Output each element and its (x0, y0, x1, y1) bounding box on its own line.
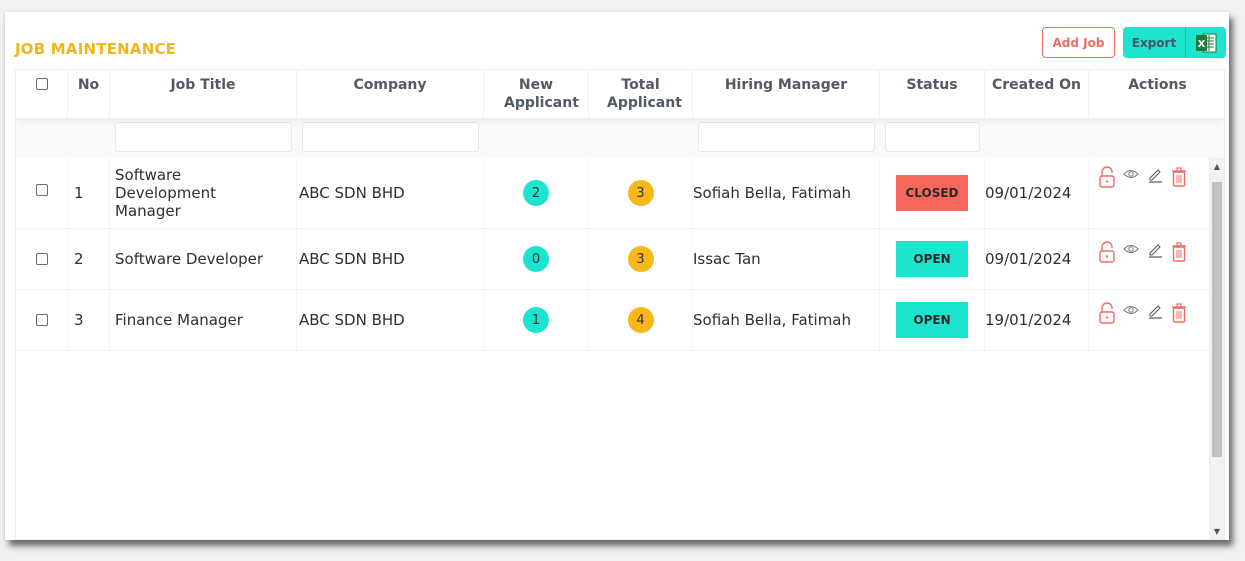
row-job-title[interactable]: Finance Manager (110, 290, 297, 350)
row-checkbox[interactable] (36, 184, 48, 196)
add-job-button[interactable]: Add Job (1042, 27, 1115, 58)
header-status[interactable]: Status (880, 70, 985, 118)
status-badge: CLOSED (896, 175, 968, 211)
new-applicant-badge[interactable]: 2 (523, 180, 549, 206)
row-company: ABC SDN BHD (297, 158, 484, 228)
row-actions (1089, 241, 1211, 263)
view-icon[interactable] (1123, 304, 1139, 316)
edit-icon[interactable] (1147, 167, 1163, 183)
jobs-table: No Job Title Company New Applicant Total… (15, 69, 1225, 540)
new-applicant-badge[interactable]: 1 (523, 307, 549, 333)
delete-icon[interactable] (1171, 167, 1187, 187)
row-company: ABC SDN BHD (297, 290, 484, 350)
job-title-filter-input[interactable] (115, 122, 292, 152)
export-button[interactable]: Export X (1123, 27, 1226, 58)
scroll-down-arrow-icon[interactable]: ▼ (1210, 523, 1224, 539)
filter-row (16, 118, 1224, 158)
row-job-title[interactable]: Software Developer (110, 229, 297, 289)
scroll-up-arrow-icon[interactable]: ▲ (1210, 158, 1224, 174)
row-hiring-manager: Issac Tan (693, 229, 880, 289)
header-actions: Actions (1128, 77, 1187, 93)
edit-icon[interactable] (1147, 242, 1163, 258)
row-checkbox[interactable] (36, 253, 48, 265)
row-no: 2 (68, 229, 110, 289)
header-job-title[interactable]: Job Title (110, 70, 297, 118)
row-created-on: 09/01/2024 (985, 229, 1089, 289)
header-no[interactable]: No (68, 70, 110, 118)
row-no: 3 (68, 290, 110, 350)
row-job-title[interactable]: Software Development Manager (110, 158, 297, 228)
company-filter-input[interactable] (302, 122, 479, 152)
header-company[interactable]: Company (297, 70, 484, 118)
edit-icon[interactable] (1147, 303, 1163, 319)
lock-icon[interactable] (1099, 241, 1115, 263)
row-actions (1089, 302, 1211, 324)
row-created-on: 09/01/2024 (985, 158, 1089, 228)
total-applicant-badge[interactable]: 3 (627, 246, 654, 272)
row-checkbox[interactable] (36, 314, 48, 326)
total-applicant-badge[interactable]: 4 (627, 307, 654, 333)
status-badge: OPEN (896, 241, 968, 277)
lock-icon[interactable] (1099, 302, 1115, 324)
export-label: Export (1123, 27, 1186, 58)
row-hiring-manager: Sofiah Bella, Fatimah (693, 158, 880, 228)
table-header: No Job Title Company New Applicant Total… (16, 70, 1224, 118)
row-created-on: 19/01/2024 (985, 290, 1089, 350)
row-actions (1089, 166, 1211, 188)
row-hiring-manager: Sofiah Bella, Fatimah (693, 290, 880, 350)
delete-icon[interactable] (1171, 303, 1187, 323)
table-row: 1 Software Development Manager ABC SDN B… (16, 158, 1209, 229)
status-filter-input[interactable] (885, 122, 980, 152)
table-row: 3 Finance Manager ABC SDN BHD 1 4 Sofiah… (16, 290, 1209, 351)
svg-text:X: X (1198, 39, 1206, 50)
row-company: ABC SDN BHD (297, 229, 484, 289)
view-icon[interactable] (1123, 243, 1139, 255)
header-select-all (16, 70, 68, 118)
header-hiring-manager[interactable]: Hiring Manager (693, 70, 880, 118)
job-maintenance-card: JOB MAINTENANCE Add Job Export X No Job … (5, 12, 1229, 540)
total-applicant-badge[interactable]: 3 (627, 180, 654, 206)
header-total-applicant[interactable]: Total Applicant (589, 70, 693, 118)
select-all-checkbox[interactable] (36, 78, 48, 90)
table-body: 1 Software Development Manager ABC SDN B… (16, 158, 1209, 539)
header-new-applicant[interactable]: New Applicant (484, 70, 589, 118)
delete-icon[interactable] (1171, 242, 1187, 262)
view-icon[interactable] (1123, 168, 1139, 180)
excel-icon: X (1186, 27, 1226, 58)
header-created-on[interactable]: Created On (985, 70, 1089, 118)
new-applicant-badge[interactable]: 0 (523, 246, 549, 272)
table-scrollbar[interactable]: ▲ ▼ (1209, 158, 1224, 539)
hiring-manager-filter-input[interactable] (698, 122, 875, 152)
status-badge: OPEN (896, 302, 968, 338)
lock-icon[interactable] (1099, 166, 1115, 188)
page-title: JOB MAINTENANCE (15, 40, 177, 58)
row-no: 1 (68, 158, 110, 228)
scroll-thumb[interactable] (1212, 182, 1222, 457)
table-row: 2 Software Developer ABC SDN BHD 0 3 Iss… (16, 229, 1209, 290)
